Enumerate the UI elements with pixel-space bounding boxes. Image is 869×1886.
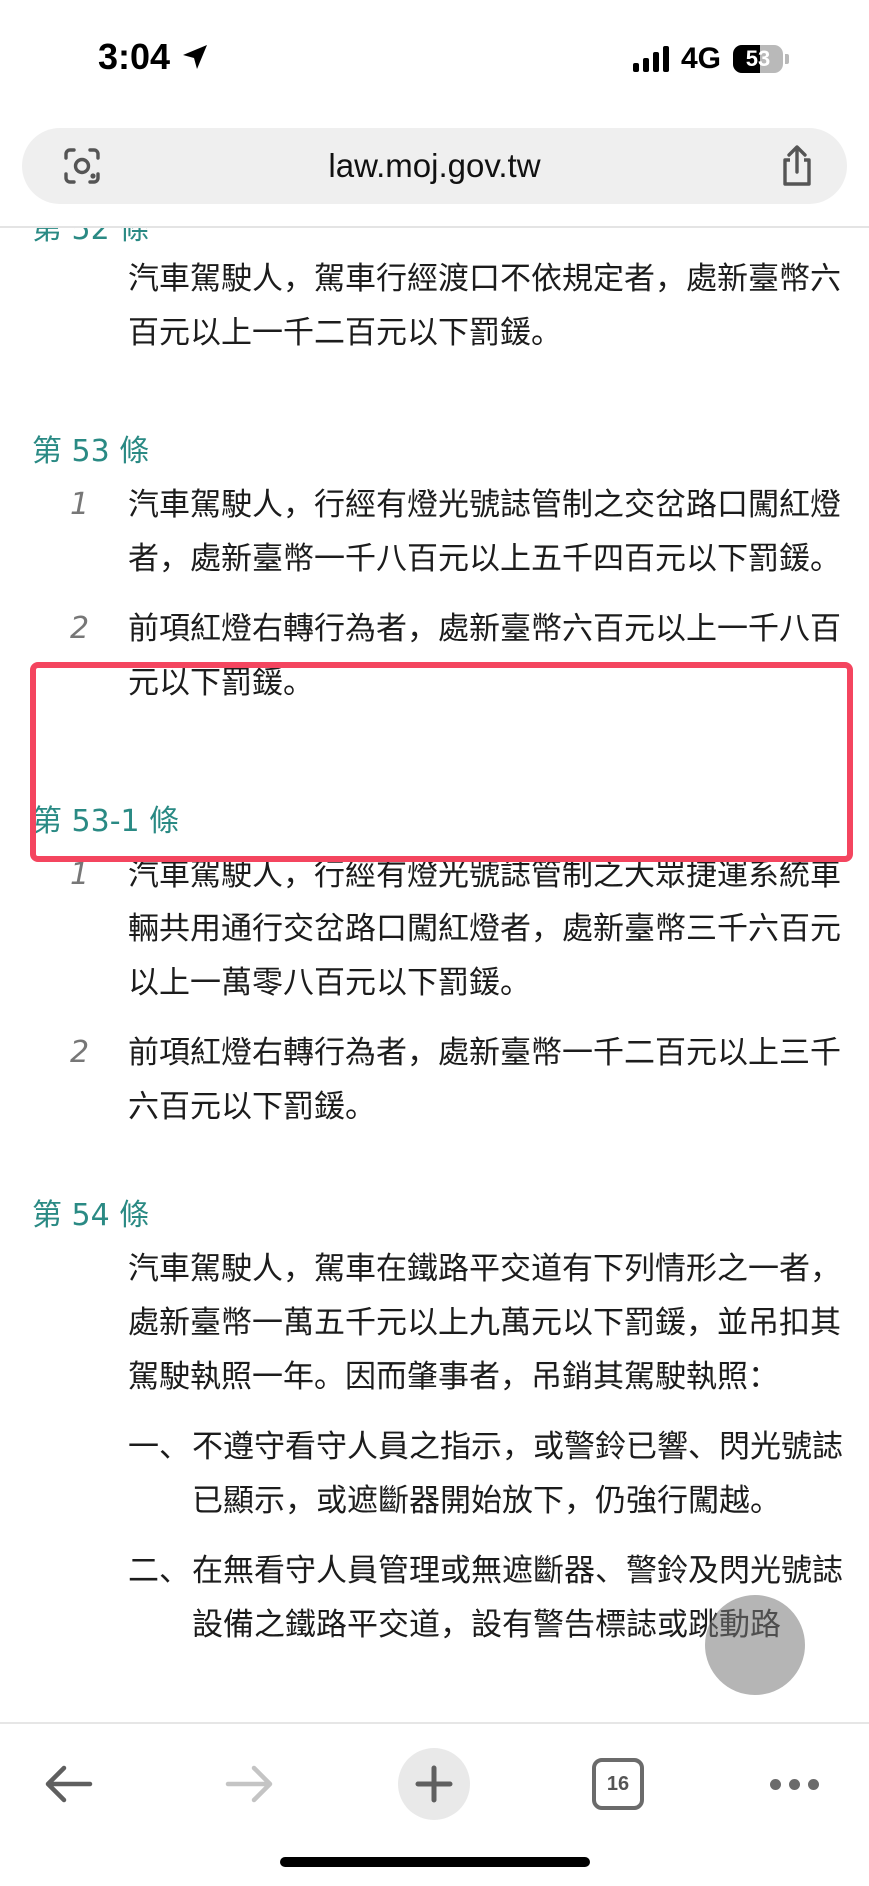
paragraph-text: 汽車駕駛人，行經有燈光號誌管制之交岔路口闖紅燈者，處新臺幣一千八百元以上五千四百… [128,487,841,577]
paragraph-text: 汽車駕駛人，駕車行經渡口不依規定者，處新臺幣六百元以上一千二百元以下罰鍰。 [128,261,841,351]
article-paragraph: 汽車駕駛人，駕車行經渡口不依規定者，處新臺幣六百元以上一千二百元以下罰鍰。 [32,252,868,360]
article-52: 第 52 條 汽車駕駛人，駕車行經渡口不依規定者，處新臺幣六百元以上一千二百元以… [32,228,868,360]
article-54: 第 54 條 汽車駕駛人，駕車在鐵路平交道有下列情形之一者，處新臺幣一萬五千元以… [32,1194,868,1652]
new-tab-button[interactable] [398,1748,470,1820]
more-dot-icon [769,1778,781,1790]
forward-arrow-icon[interactable] [224,1764,276,1804]
more-dot-icon [807,1778,819,1790]
back-button[interactable] [36,1752,100,1816]
battery-icon: 53 [733,45,789,73]
forward-button[interactable] [218,1752,282,1816]
highlight-box [30,662,853,862]
signal-bars-icon [632,46,669,72]
item-marker: 一、 [128,1429,190,1465]
list-item: 一、 不遵守看守人員之指示，或警鈴已響、閃光號誌已顯示，或遮斷器開始放下，仍強行… [32,1420,868,1528]
article-paragraph: 汽車駕駛人，駕車在鐵路平交道有下列情形之一者，處新臺幣一萬五千元以上九萬元以下罰… [32,1242,868,1404]
more-menu-button[interactable] [764,1752,824,1816]
article-paragraph: 1 汽車駕駛人，行經有燈光號誌管制之大眾捷運系統車輛共用通行交岔路口闖紅燈者，處… [32,848,868,1010]
article-title[interactable]: 第 53 條 [32,430,868,474]
back-arrow-icon[interactable] [42,1764,94,1804]
tab-switcher-button[interactable]: 16 [590,1752,646,1816]
floating-action-button[interactable] [705,1595,805,1695]
plus-icon[interactable] [414,1764,454,1804]
item-text: 不遵守看守人員之指示，或警鈴已響、閃光號誌已顯示，或遮斷器開始放下，仍強行闖越。 [192,1429,843,1519]
paragraph-number: 2 [70,1035,90,1070]
item-marker: 二、 [128,1553,190,1589]
article-title[interactable]: 第 52 條 [32,228,868,252]
article-title[interactable]: 第 54 條 [32,1194,868,1238]
paragraph-text: 汽車駕駛人，行經有燈光號誌管制之大眾捷運系統車輛共用通行交岔路口闖紅燈者，處新臺… [128,857,841,1001]
share-icon[interactable] [777,144,817,188]
location-arrow-icon [183,45,208,69]
more-dot-icon [788,1778,800,1790]
paragraph-number: 1 [70,487,90,522]
status-bar: 3:04 4G 53 [0,0,869,110]
url-text[interactable]: law.moj.gov.tw [22,128,847,204]
home-indicator [280,1857,590,1867]
status-time-label: 3:04 [98,36,171,77]
page-content: 第 52 條 汽車駕駛人，駕車行經渡口不依規定者，處新臺幣六百元以上一千二百元以… [0,228,869,1722]
battery-level: 53 [745,46,771,71]
article-paragraph: 2 前項紅燈右轉行為者，處新臺幣一千二百元以上三千六百元以下罰鍰。 [32,1026,868,1134]
network-type: 4G [680,42,721,75]
paragraph-text: 汽車駕駛人，駕車在鐵路平交道有下列情形之一者，處新臺幣一萬五千元以上九萬元以下罰… [128,1251,841,1395]
paragraph-text: 前項紅燈右轉行為者，處新臺幣一千二百元以上三千六百元以下罰鍰。 [128,1035,841,1125]
status-time: 3:04 [98,36,210,78]
address-bar[interactable]: law.moj.gov.tw [22,128,847,204]
paragraph-number: 2 [70,611,90,646]
status-indicators: 4G 53 [632,42,789,76]
article-paragraph: 1 汽車駕駛人，行經有燈光號誌管制之交岔路口闖紅燈者，處新臺幣一千八百元以上五千… [32,478,868,586]
tab-count[interactable]: 16 [592,1758,644,1810]
